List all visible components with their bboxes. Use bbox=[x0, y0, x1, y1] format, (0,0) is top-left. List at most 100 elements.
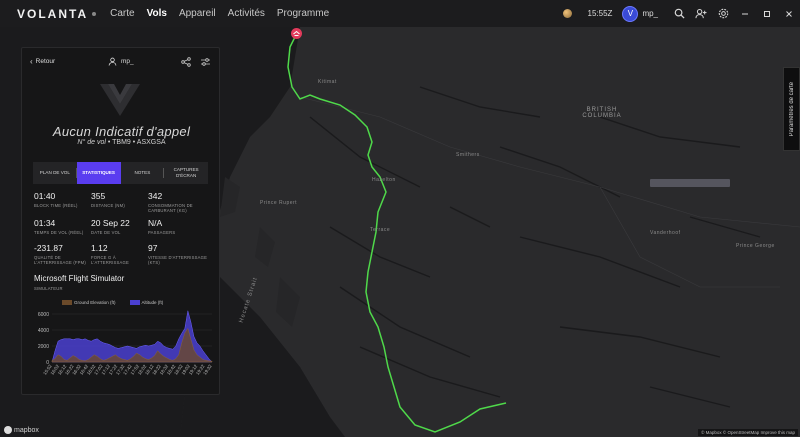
stat-label: TEMPS DE VOL (RÉEL) bbox=[34, 230, 84, 235]
add-user-icon[interactable] bbox=[690, 0, 712, 27]
map-place-label: Kitimat bbox=[318, 79, 337, 85]
main-nav: Carte Vols Appareil Activités Programme bbox=[104, 0, 335, 27]
brand-dot bbox=[92, 11, 97, 16]
stat-label: DATE DE VOL bbox=[91, 230, 121, 235]
stat-label: QUALITÉ DE L'ATTERRISSAGE (FPM) bbox=[34, 255, 86, 265]
panel-actions bbox=[181, 48, 211, 75]
map-place-label: Hazelton bbox=[372, 177, 396, 183]
stat-value: 20 Sep 22 bbox=[91, 218, 130, 228]
nav-programme[interactable]: Programme bbox=[271, 0, 335, 27]
filter-icon[interactable] bbox=[200, 57, 211, 67]
top-right-controls: 15:55Z V mp_ bbox=[562, 0, 800, 27]
tab-label: PLAN DE VOL bbox=[39, 170, 70, 175]
callsign-title: Aucun Indicatif d'appel bbox=[52, 124, 191, 139]
back-button[interactable]: ‹ Retour bbox=[30, 57, 55, 66]
minimize-icon[interactable] bbox=[734, 0, 756, 27]
stat-value: N/A bbox=[148, 218, 163, 228]
stat-value: 342 bbox=[148, 191, 163, 201]
top-username[interactable]: mp_ bbox=[642, 9, 658, 18]
map-place-label: Prince Rupert bbox=[260, 200, 298, 206]
stat-landing-speed: 97 VITESSE D'ATTERRISSAGE (KTS) bbox=[148, 243, 208, 265]
map-selection-chip bbox=[650, 179, 730, 187]
stat-distance: 355 DISTANCE (NM) bbox=[91, 191, 151, 208]
y-tick-label: 2000 bbox=[38, 344, 49, 350]
stat-value: 97 bbox=[148, 243, 158, 253]
y-tick-label: 6000 bbox=[38, 312, 49, 318]
close-icon[interactable] bbox=[778, 0, 800, 27]
stat-landing-g: 1.12 FORCE G À L'ATTERRISSAGE bbox=[91, 243, 151, 265]
map-place-label: Smithers bbox=[456, 152, 480, 158]
flight-subtitle: N° de vol • TBM9 • ASXGSA bbox=[22, 139, 219, 146]
tab-label: STATISTIQUES bbox=[82, 170, 115, 175]
nav-activites[interactable]: Activités bbox=[222, 0, 271, 27]
stat-label: DISTANCE (NM) bbox=[91, 203, 125, 208]
origin-marker-icon[interactable] bbox=[290, 27, 303, 40]
nav-carte[interactable]: Carte bbox=[104, 0, 140, 27]
simulator-label: SIMULATEUR bbox=[34, 286, 63, 291]
utc-clock: 15:55Z bbox=[587, 9, 613, 18]
simulator-name: Microsoft Flight Simulator bbox=[34, 274, 125, 283]
aircraft-type: TBM9 bbox=[112, 139, 131, 146]
tab-notes[interactable]: NOTES bbox=[121, 162, 165, 184]
legend-swatch bbox=[129, 300, 140, 306]
maximize-icon[interactable] bbox=[756, 0, 778, 27]
stat-label: PASSAGERS bbox=[148, 230, 176, 235]
aircraft-registration: ASXGSA bbox=[136, 139, 166, 146]
stat-flight-date: 20 Sep 22 DATE DE VOL bbox=[91, 218, 151, 235]
nav-appareil[interactable]: Appareil bbox=[173, 0, 222, 27]
app-window: VOLANTA Carte Vols Appareil Activités Pr… bbox=[0, 0, 800, 437]
map-settings-label: Paramètres de carte bbox=[788, 81, 795, 137]
map-attribution[interactable]: © Mapbox © OpenStreetMap Improve this ma… bbox=[698, 429, 798, 436]
panel-username: mp_ bbox=[121, 58, 134, 65]
search-icon[interactable] bbox=[668, 0, 690, 27]
map-place-label: Prince George bbox=[736, 243, 775, 249]
brand-logo[interactable]: VOLANTA bbox=[17, 6, 97, 21]
share-icon[interactable] bbox=[181, 56, 191, 67]
avatar[interactable]: V bbox=[622, 5, 639, 22]
back-label: Retour bbox=[35, 58, 56, 65]
map-settings-tab[interactable]: Paramètres de carte bbox=[783, 67, 800, 151]
altitude-chart[interactable]: 600040002000015:5216:0216:1216:2216:3216… bbox=[30, 306, 216, 392]
map-region-label: BRITISH COLUMBIA bbox=[582, 107, 622, 119]
stat-value: 01:40 bbox=[34, 191, 56, 201]
mapbox-label: mapbox bbox=[14, 426, 39, 434]
settings-icon[interactable] bbox=[712, 0, 734, 27]
mapbox-logo[interactable]: mapbox bbox=[4, 426, 39, 434]
stat-label: FORCE G À L'ATTERRISSAGE bbox=[91, 255, 129, 265]
chart-legend: Ground Elevation (ft) Altitude (ft) bbox=[62, 300, 164, 306]
legend-swatch bbox=[62, 300, 72, 306]
tab-screenshots[interactable]: CAPTURES D'ÉCRAN bbox=[164, 162, 208, 184]
map-place-label: Terrace bbox=[370, 227, 391, 233]
legend-label: Ground Elevation (ft) bbox=[74, 300, 116, 305]
nav-vols[interactable]: Vols bbox=[141, 0, 173, 27]
user-icon bbox=[108, 57, 117, 66]
avatar-letter: V bbox=[627, 9, 634, 18]
flight-details-panel: ‹ Retour mp_ Aucun Indicatif d'appel N° … bbox=[21, 47, 220, 395]
chevron-left-icon: ‹ bbox=[30, 57, 33, 66]
tab-flight-plan[interactable]: PLAN DE VOL bbox=[33, 162, 77, 184]
tab-label: NOTES bbox=[134, 170, 151, 175]
stat-flight-time: 01:34 TEMPS DE VOL (RÉEL) bbox=[34, 218, 94, 235]
stat-value: 355 bbox=[91, 191, 106, 201]
tab-label: CAPTURES D'ÉCRAN bbox=[173, 167, 199, 178]
sun-icon[interactable] bbox=[562, 9, 572, 18]
flight-number-label: N° de vol bbox=[77, 139, 106, 146]
top-bar: VOLANTA Carte Vols Appareil Activités Pr… bbox=[0, 0, 800, 27]
panel-tabs: PLAN DE VOL STATISTIQUES NOTES CAPTURES … bbox=[33, 162, 208, 184]
y-tick-label: 4000 bbox=[38, 328, 49, 334]
legend-altitude[interactable]: Altitude (ft) bbox=[129, 300, 164, 306]
tab-statistics[interactable]: STATISTIQUES bbox=[76, 162, 121, 184]
stat-fuel: 342 CONSOMMATION DE CARBURANT (KG) bbox=[148, 191, 208, 213]
stat-value: 01:34 bbox=[34, 218, 56, 228]
stat-label: CONSOMMATION DE CARBURANT (KG) bbox=[148, 203, 193, 213]
stat-passengers: N/A PASSAGERS bbox=[148, 218, 208, 235]
stat-value: 1.12 bbox=[91, 243, 108, 253]
stat-landing-rate: -231.87 QUALITÉ DE L'ATTERRISSAGE (FPM) bbox=[34, 243, 94, 265]
legend-ground-elevation[interactable]: Ground Elevation (ft) bbox=[62, 300, 116, 306]
panel-header: ‹ Retour mp_ bbox=[22, 48, 219, 75]
panel-user[interactable]: mp_ bbox=[108, 48, 134, 75]
legend-label: Altitude (ft) bbox=[141, 300, 164, 305]
stat-value: -231.87 bbox=[34, 243, 63, 253]
brand-name: VOLANTA bbox=[17, 6, 89, 21]
map-place-label: Vanderhoof bbox=[650, 230, 681, 236]
